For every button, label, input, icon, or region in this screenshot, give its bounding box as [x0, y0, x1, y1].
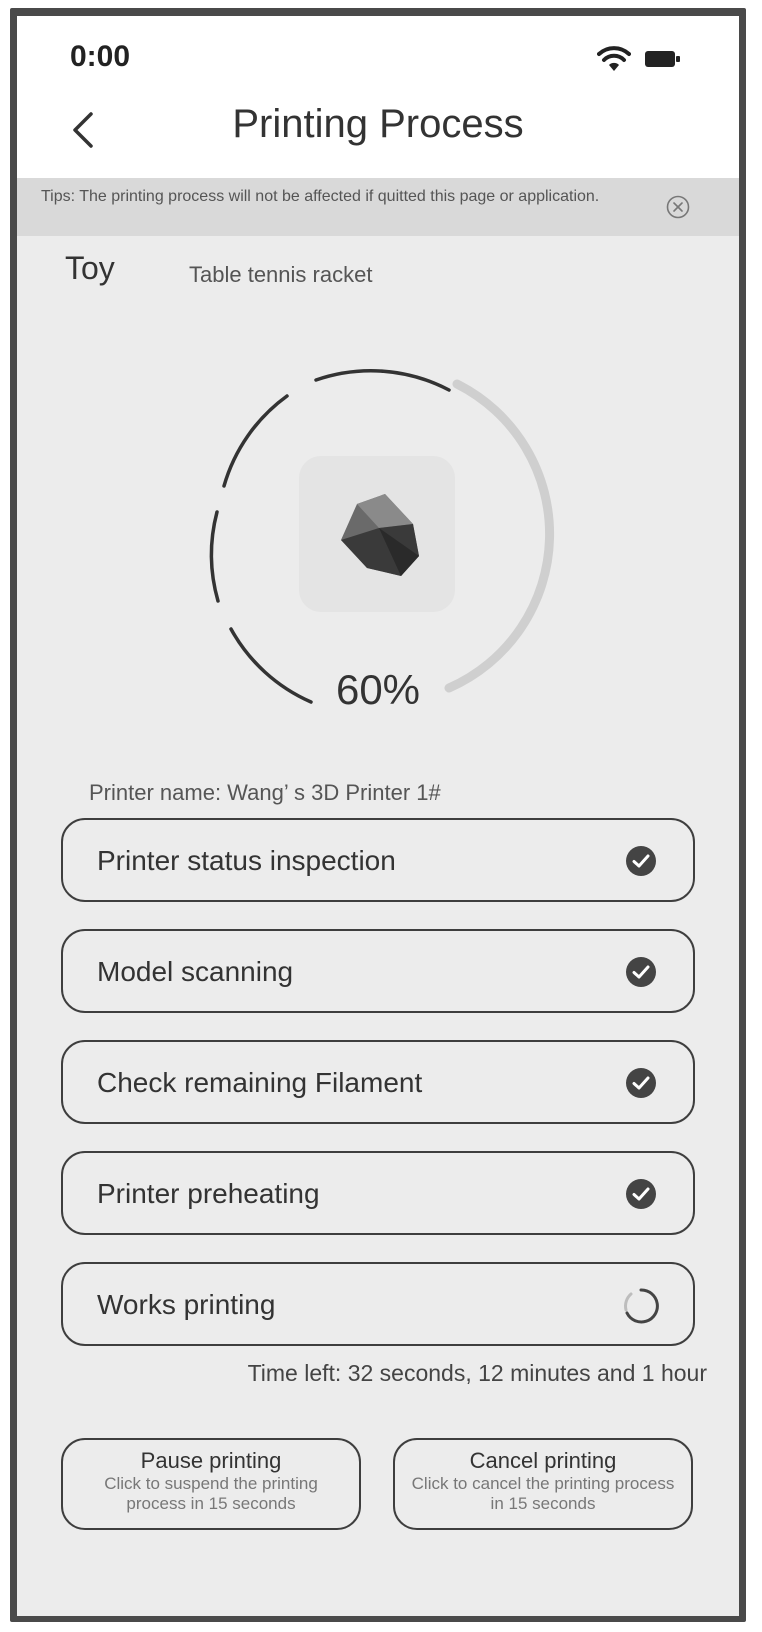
tips-text: Tips: The printing process will not be a…	[41, 188, 600, 205]
steps-list: Printer status inspection Model scanning…	[61, 818, 695, 1373]
step-printer-status-inspection: Printer status inspection	[61, 818, 695, 902]
cancel-printing-button[interactable]: Cancel printing Click to cancel the prin…	[393, 1438, 693, 1530]
check-circle-icon	[626, 957, 656, 987]
tips-banner: Tips: The printing process will not be a…	[17, 178, 739, 236]
time-left: Time left: 32 seconds, 12 minutes and 1 …	[247, 1360, 707, 1386]
step-works-printing: Works printing	[61, 1262, 695, 1346]
spinner-icon	[624, 1288, 659, 1324]
model-name: Table tennis racket	[189, 262, 373, 287]
cancel-button-title: Cancel printing	[469, 1448, 617, 1473]
step-model-scanning: Model scanning	[61, 929, 695, 1013]
cancel-button-subtitle: Click to cancel the printing process in …	[411, 1474, 675, 1513]
pause-printing-button[interactable]: Pause printing Click to suspend the prin…	[61, 1438, 361, 1530]
page-title: Printing Process	[232, 102, 524, 146]
status-time: 0:00	[70, 40, 131, 73]
model-preview-icon	[341, 494, 419, 576]
step-label: Model scanning	[97, 956, 294, 987]
step-label: Check remaining Filament	[97, 1067, 423, 1098]
screen: 0:00 Printing Process Tips: The printing…	[17, 16, 739, 1616]
progress-percent: 60%	[335, 666, 421, 713]
model-category: Toy	[65, 250, 115, 286]
step-check-remaining-filament: Check remaining Filament	[61, 1040, 695, 1124]
check-circle-icon	[626, 1179, 656, 1209]
top-bar: 0:00 Printing Process	[17, 16, 739, 178]
step-label: Printer status inspection	[97, 845, 396, 876]
step-printer-preheating: Printer preheating	[61, 1151, 695, 1235]
wifi-icon	[597, 46, 631, 71]
check-circle-icon	[626, 846, 656, 876]
battery-icon	[645, 51, 680, 67]
pause-button-subtitle: Click to suspend the printing process in…	[104, 1474, 318, 1513]
printer-name: Printer name: Wang’ s 3D Printer 1#	[89, 780, 441, 805]
step-label: Works printing	[97, 1289, 276, 1320]
step-label: Printer preheating	[97, 1178, 320, 1209]
check-circle-icon	[626, 1068, 656, 1098]
pause-button-title: Pause printing	[140, 1448, 282, 1473]
close-icon[interactable]	[665, 194, 691, 220]
